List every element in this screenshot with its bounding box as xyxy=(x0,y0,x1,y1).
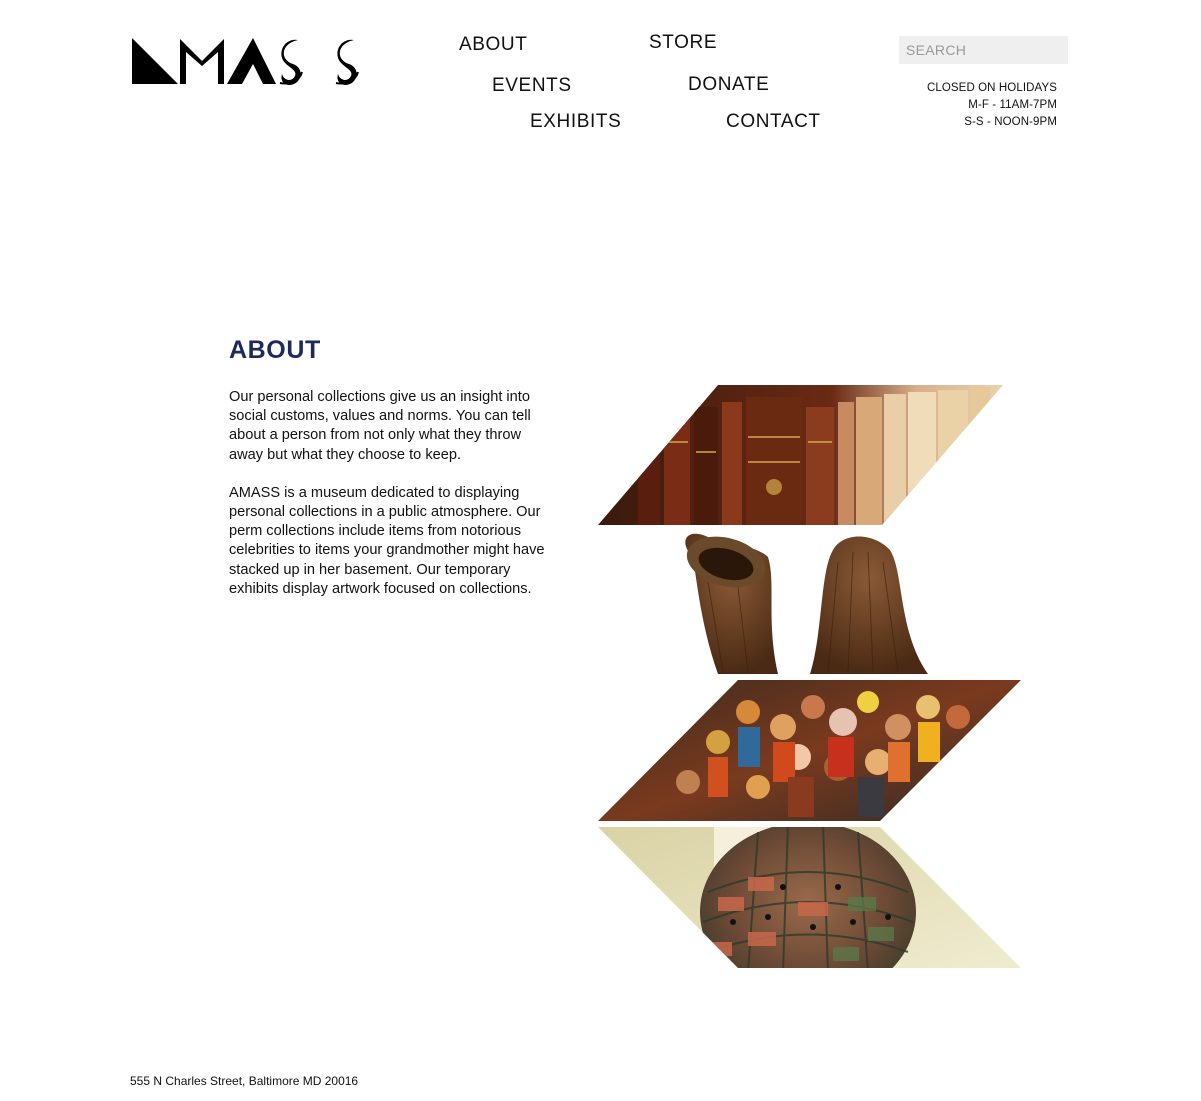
nav-donate[interactable]: DONATE xyxy=(688,74,769,96)
nav-events[interactable]: EVENTS xyxy=(492,75,572,97)
collection-gallery xyxy=(598,382,1023,972)
amass-logo[interactable] xyxy=(130,34,360,88)
nav-store[interactable]: STORE xyxy=(649,32,717,54)
footer-address: 555 N Charles Street, Baltimore MD 20016 xyxy=(130,1074,359,1088)
hours-weekdays: M-F - 11AM-7PM xyxy=(968,99,1057,111)
about-paragraph-1: Our personal collections give us an insi… xyxy=(229,389,531,463)
figurines-photo xyxy=(598,680,1021,821)
search-input[interactable] xyxy=(899,36,1068,64)
hours-holidays: CLOSED ON HOLIDAYS xyxy=(926,82,1057,94)
hours-weekends: S-S - NOON-9PM xyxy=(964,116,1057,128)
about-body: Our personal collections give us an insi… xyxy=(229,388,549,618)
amass-logo-graphic xyxy=(132,38,359,85)
nav-contact[interactable]: CONTACT xyxy=(726,111,821,133)
sphere-sculpture-photo xyxy=(598,827,1021,968)
books-photo xyxy=(598,385,1003,525)
straw-hats-photo xyxy=(685,533,928,674)
opening-hours: CLOSED ON HOLIDAYS M-F - 11AM-7PM S-S - … xyxy=(927,80,1057,131)
about-paragraph-2: AMASS is a museum dedicated to displayin… xyxy=(229,484,545,597)
about-heading: ABOUT xyxy=(229,336,321,364)
nav-about[interactable]: ABOUT xyxy=(459,34,527,56)
nav-exhibits[interactable]: EXHIBITS xyxy=(530,111,621,133)
